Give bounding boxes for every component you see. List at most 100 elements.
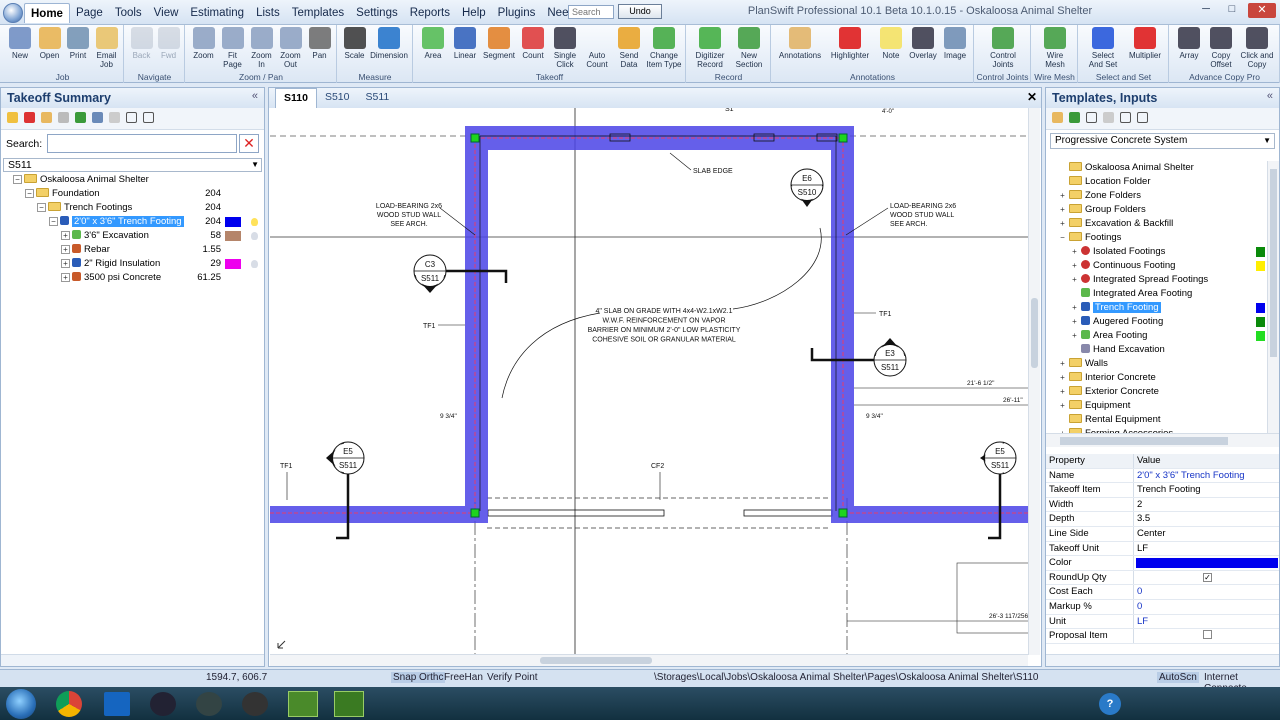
open-button[interactable]: Open	[35, 27, 64, 60]
close-icon[interactable]: ✕	[1248, 3, 1276, 18]
template-row[interactable]: Location Folder	[1046, 175, 1266, 189]
unchecked-box-icon[interactable]	[1203, 630, 1212, 640]
expand-icon[interactable]: +	[1058, 374, 1067, 383]
new-section-button[interactable]: New Section	[730, 27, 768, 69]
scale-button[interactable]: Scale	[341, 27, 368, 60]
verify-point-toggle[interactable]: Verify Point	[487, 672, 538, 683]
property-row-name[interactable]: Name 2'0" x 3'6" Trench Footing	[1046, 468, 1279, 484]
autoscroll-toggle[interactable]: AutoScn	[1157, 672, 1199, 683]
template-row[interactable]: + Augered Footing	[1046, 315, 1266, 329]
expand-icon[interactable]: +	[1058, 220, 1067, 229]
blueprint-canvas[interactable]: SLAB EDGE LOAD-BEARING 2x6 WOOD STUD WALL S…	[270, 108, 1028, 655]
template-row[interactable]: + Equipment	[1046, 399, 1266, 413]
refresh-icon[interactable]	[75, 112, 86, 123]
search-input[interactable]	[568, 5, 614, 19]
color-swatch[interactable]	[225, 231, 241, 241]
expand-icon[interactable]: +	[61, 231, 70, 240]
property-row-takeoff-unit[interactable]: Takeoff Unit LF	[1046, 541, 1279, 557]
expand-icon[interactable]: −	[37, 203, 46, 212]
open-icon[interactable]	[41, 112, 52, 123]
zoom-button[interactable]: Zoom	[189, 27, 218, 60]
segment-button[interactable]: Segment	[481, 27, 517, 60]
zoom-in-button[interactable]: Zoom In	[247, 27, 276, 69]
horizontal-scrollbar[interactable]	[270, 654, 1028, 666]
chrome-icon[interactable]	[56, 691, 82, 717]
property-value[interactable]: 0	[1134, 585, 1279, 599]
outlook-icon[interactable]	[104, 692, 130, 716]
linear-button[interactable]: Linear	[449, 27, 481, 60]
camtasia-recorder-icon[interactable]	[334, 691, 364, 717]
array-button[interactable]: Array	[1173, 27, 1205, 60]
property-value[interactable]: ✓	[1134, 571, 1279, 585]
tree-hscrollbar[interactable]	[1046, 433, 1279, 447]
clear-search-icon[interactable]: ✕	[239, 134, 259, 153]
template-select[interactable]: Progressive Concrete System ▼	[1050, 133, 1275, 149]
property-row-roundup-qty[interactable]: RoundUp Qty ✓	[1046, 570, 1279, 586]
close-page-icon[interactable]: ✕	[1027, 90, 1037, 104]
trench-footing-takeoff[interactable]	[270, 126, 1028, 523]
color-swatch[interactable]	[225, 217, 241, 227]
snap-toggle[interactable]: Snap	[391, 672, 419, 683]
bulb-icon[interactable]	[251, 260, 258, 268]
template-row[interactable]: Hand Excavation	[1046, 343, 1266, 357]
expand-icon[interactable]: +	[1070, 262, 1079, 271]
property-value[interactable]: Center	[1134, 527, 1279, 541]
property-row-proposal-item[interactable]: Proposal Item	[1046, 629, 1279, 644]
dimension-button[interactable]: Dimension	[368, 27, 410, 60]
minimize-icon[interactable]: ─	[1196, 3, 1216, 18]
expand-icon[interactable]: +	[1058, 192, 1067, 201]
template-row[interactable]: + Area Footing	[1046, 329, 1266, 343]
vertical-scrollbar[interactable]	[1028, 108, 1040, 655]
menu-lists[interactable]: Lists	[250, 3, 286, 23]
takeoff-node[interactable]	[470, 508, 480, 518]
tree-row[interactable]: − Trench Footings 204	[1, 201, 264, 215]
camtasia-icon[interactable]	[288, 691, 318, 717]
tab-s110[interactable]: S110	[275, 88, 317, 108]
new-button[interactable]: New	[5, 27, 35, 60]
tree-row[interactable]: +2" Rigid Insulation 29	[1, 257, 264, 271]
copy-icon[interactable]	[109, 112, 120, 123]
collapse-all-icon[interactable]	[1137, 112, 1148, 123]
expand-all-icon[interactable]	[1120, 112, 1131, 123]
expand-icon[interactable]: −	[49, 217, 58, 226]
property-value[interactable]: 2	[1134, 498, 1279, 512]
pan-button[interactable]: Pan	[305, 27, 334, 60]
menu-home[interactable]: Home	[24, 3, 70, 23]
expand-icon[interactable]: +	[1070, 248, 1079, 257]
control-joints-button[interactable]: Control Joints	[978, 27, 1028, 69]
template-row[interactable]: Oskaloosa Animal Shelter	[1046, 161, 1266, 175]
property-value[interactable]: LF	[1134, 615, 1279, 629]
expand-icon[interactable]: +	[1070, 318, 1079, 327]
collapse-icon[interactable]: «	[1267, 90, 1273, 102]
start-button-icon[interactable]	[6, 689, 36, 719]
email-job-button[interactable]: Email Job	[92, 27, 121, 69]
auto-count-button[interactable]: Auto Count	[581, 27, 613, 69]
collapse-icon[interactable]: «	[252, 90, 258, 102]
expand-all-icon[interactable]	[126, 112, 137, 123]
expand-icon[interactable]: +	[1058, 360, 1067, 369]
page-select[interactable]: S511 ▼	[3, 158, 262, 172]
filter-icon[interactable]	[1086, 112, 1097, 123]
send-data-button[interactable]: Send Data	[613, 27, 645, 69]
annotations-button[interactable]: Annotations	[775, 27, 825, 60]
back-button[interactable]: Back	[128, 27, 155, 60]
new-folder-icon[interactable]	[7, 112, 18, 123]
template-row[interactable]: + Interior Concrete	[1046, 371, 1266, 385]
tree-row[interactable]: +3'6" Excavation 58	[1, 229, 264, 243]
refresh-icon[interactable]	[1069, 112, 1080, 123]
property-row-color[interactable]: Color	[1046, 556, 1279, 571]
resize-corner-icon[interactable]	[277, 640, 286, 649]
tree-row[interactable]: − Foundation 204	[1, 187, 264, 201]
tab-s510[interactable]: S510	[317, 88, 358, 108]
template-row[interactable]: Rental Equipment	[1046, 413, 1266, 427]
click-and-copy-button[interactable]: Click and Copy	[1237, 27, 1277, 69]
count-button[interactable]: Count	[517, 27, 549, 60]
property-value[interactable]: 3.5	[1134, 512, 1279, 526]
delete-icon[interactable]	[24, 112, 35, 123]
tree-vscrollbar[interactable]	[1267, 161, 1279, 433]
expand-icon[interactable]: +	[61, 245, 70, 254]
menu-plugins[interactable]: Plugins	[492, 3, 542, 23]
property-row-unit[interactable]: Unit LF	[1046, 614, 1279, 630]
property-row-cost-each[interactable]: Cost Each 0	[1046, 585, 1279, 600]
color-value-swatch[interactable]	[1136, 558, 1278, 569]
